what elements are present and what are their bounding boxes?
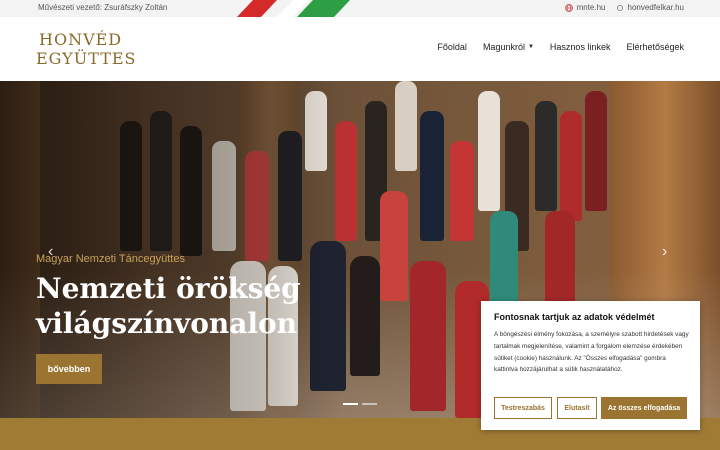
more-button[interactable]: bővebben bbox=[36, 354, 102, 384]
slider-dot-2[interactable] bbox=[362, 403, 377, 405]
honvedfelkar-link-label: honvedfelkar.hu bbox=[627, 3, 685, 12]
cookie-title: Fontosnak tartjuk az adatok védelmét bbox=[494, 312, 655, 322]
nav-item-home-label: Főoldal bbox=[437, 42, 467, 52]
slider-dot-1[interactable] bbox=[343, 403, 358, 405]
flag-stripes-decoration bbox=[237, 0, 350, 17]
link-icon bbox=[616, 4, 623, 11]
mnte-link[interactable]: mnte.hu bbox=[564, 3, 606, 12]
globe-icon bbox=[564, 3, 573, 12]
logo-line-2: EGYÜTTES bbox=[36, 49, 137, 68]
nav-item-contacts[interactable]: Elérhetőségek bbox=[626, 42, 684, 52]
nav-item-useful-links-label: Hasznos linkek bbox=[549, 42, 611, 52]
main-nav: Főoldal Magunkról ▼ Hasznos linkek Elérhe… bbox=[437, 42, 684, 52]
hero-subtitle: Magyar Nemzeti Táncegyüttes bbox=[36, 253, 185, 265]
nav-item-home[interactable]: Főoldal bbox=[437, 42, 467, 52]
site-header: HONVÉD EGYÜTTES Főoldal Magunkról ▼ Haszn… bbox=[0, 17, 720, 81]
external-links: mnte.hu honvedfelkar.hu bbox=[564, 3, 685, 12]
reject-button[interactable]: Elutasít bbox=[557, 397, 597, 419]
caret-down-icon: ▼ bbox=[527, 44, 534, 50]
slider-dots bbox=[343, 403, 377, 405]
nav-item-contacts-label: Elérhetőségek bbox=[626, 42, 684, 52]
chevron-right-icon[interactable]: › bbox=[662, 243, 667, 261]
cookie-consent-dialog: Fontosnak tartjuk az adatok védelmét A b… bbox=[481, 301, 700, 430]
nav-item-useful-links[interactable]: Hasznos linkek bbox=[550, 42, 611, 52]
honvedfelkar-link[interactable]: honvedfelkar.hu bbox=[616, 3, 685, 12]
logo-line-1: HONVÉD bbox=[39, 30, 123, 49]
nav-item-about-label: Magunkról bbox=[482, 42, 525, 52]
honved-logo[interactable]: HONVÉD EGYÜTTES bbox=[36, 30, 146, 70]
artistic-director-text: Művészeti vezető: Zsuráfszky Zoltán bbox=[38, 3, 168, 12]
customize-button[interactable]: Testreszabás bbox=[494, 397, 552, 419]
accept-all-button[interactable]: Az összes elfogadása bbox=[601, 397, 687, 419]
hero-title: Nemzeti örökség világszínvonalon bbox=[36, 272, 301, 340]
cookie-text: A böngészési élmény fokozása, a személyr… bbox=[494, 331, 689, 374]
nav-item-about[interactable]: Magunkról ▼ bbox=[483, 42, 534, 52]
top-bar: Művészeti vezető: Zsuráfszky Zoltán mnte… bbox=[0, 0, 720, 17]
mnte-link-label: mnte.hu bbox=[576, 3, 606, 12]
